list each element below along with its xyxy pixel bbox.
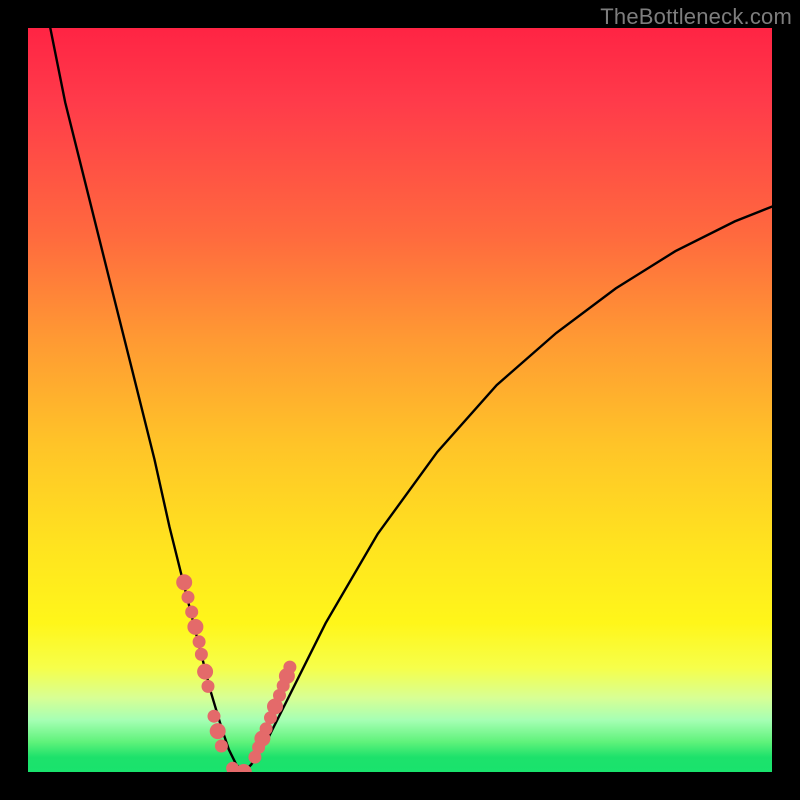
highlight-dot	[210, 724, 225, 739]
highlight-dot	[186, 606, 198, 618]
outer-frame: TheBottleneck.com	[0, 0, 800, 800]
highlight-dot	[284, 661, 296, 673]
highlight-dot	[208, 710, 220, 722]
highlight-dot	[198, 664, 213, 679]
bottleneck-curve	[50, 28, 772, 772]
highlight-dots	[177, 575, 296, 772]
curve-layer	[28, 28, 772, 772]
highlight-dot	[195, 648, 207, 660]
highlight-dot	[182, 591, 194, 603]
highlight-dot	[188, 619, 203, 634]
highlight-dot	[193, 636, 205, 648]
highlight-dot	[215, 740, 227, 752]
highlight-dot	[260, 723, 272, 735]
highlight-dot	[202, 680, 214, 692]
highlight-dot	[177, 575, 192, 590]
watermark-text: TheBottleneck.com	[600, 4, 792, 30]
plot-area	[28, 28, 772, 772]
